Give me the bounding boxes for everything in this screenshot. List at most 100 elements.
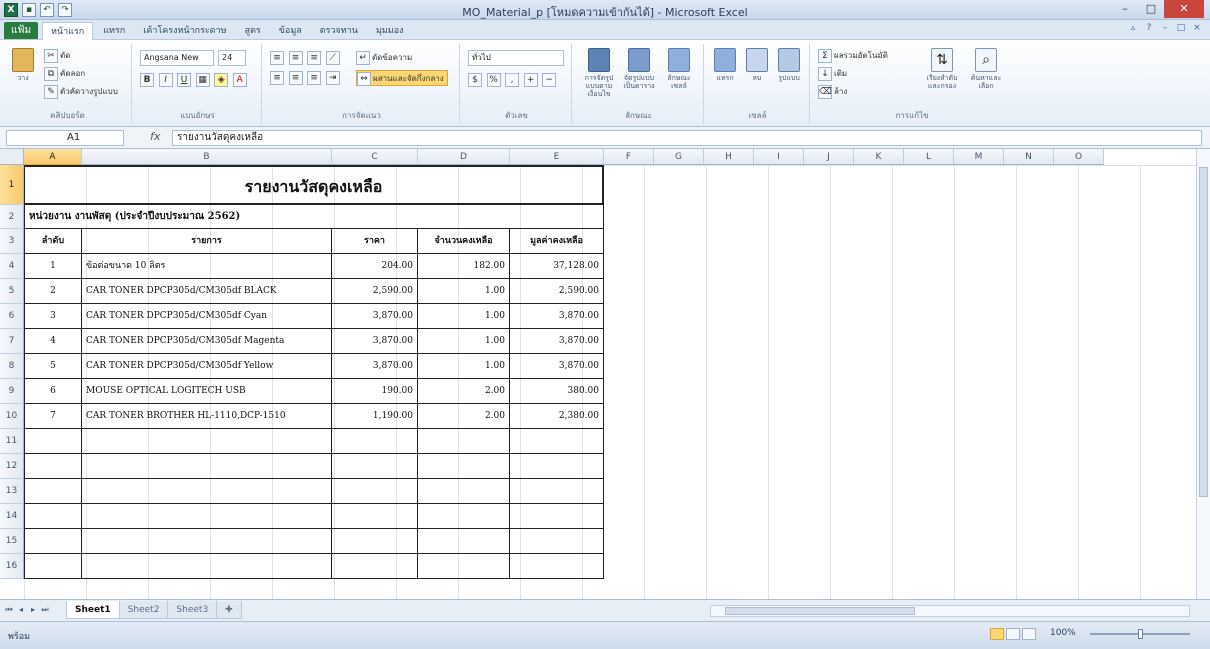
- formula-input[interactable]: รายงานวัสดุคงเหลือ: [172, 130, 1202, 146]
- row-header-1[interactable]: 1: [0, 165, 24, 205]
- tab-formulas[interactable]: สูตร: [237, 22, 269, 40]
- column-header-m[interactable]: M: [954, 149, 1004, 165]
- column-header-o[interactable]: O: [1054, 149, 1104, 165]
- zoom-level[interactable]: 100%: [1050, 628, 1076, 638]
- table-cell[interactable]: CAR TONER DPCP305d/CM305df Yellow: [82, 354, 332, 379]
- sheet-tab-sheet1[interactable]: Sheet1: [66, 601, 120, 619]
- table-cell[interactable]: 3,870.00: [510, 329, 604, 354]
- table-cell[interactable]: 190.00: [332, 379, 418, 404]
- fill-color-icon[interactable]: ◈: [214, 72, 229, 87]
- empty-cell[interactable]: [418, 529, 510, 554]
- column-title-cell[interactable]: รายการ: [82, 229, 332, 254]
- empty-cell[interactable]: [24, 504, 82, 529]
- column-title-cell[interactable]: มูลค่าคงเหลือ: [510, 229, 604, 254]
- table-cell[interactable]: 7: [24, 404, 82, 429]
- empty-cell[interactable]: [24, 529, 82, 554]
- table-cell[interactable]: 5: [24, 354, 82, 379]
- fx-icon[interactable]: fx: [150, 130, 160, 143]
- maximize-icon[interactable]: □: [1138, 0, 1164, 18]
- table-cell[interactable]: 3,870.00: [332, 354, 418, 379]
- zoom-slider[interactable]: [1090, 629, 1190, 639]
- row-header-10[interactable]: 10: [0, 404, 24, 429]
- zoom-slider-knob[interactable]: [1138, 629, 1143, 639]
- find-select-button[interactable]: ⌕ ค้นหาและเลือก: [966, 48, 1006, 90]
- column-header-e[interactable]: E: [510, 149, 604, 165]
- merge-center-button[interactable]: ⇔ ผสานและจัดกึ่งกลาง: [356, 70, 448, 86]
- workbook-close-icon[interactable]: ×: [1192, 23, 1202, 33]
- column-header-h[interactable]: H: [704, 149, 754, 165]
- row-header-13[interactable]: 13: [0, 479, 24, 504]
- bold-icon[interactable]: B: [140, 72, 154, 87]
- font-size-select[interactable]: 24: [218, 50, 246, 66]
- tab-view[interactable]: มุมมอง: [368, 22, 412, 40]
- last-sheet-icon[interactable]: ⏭: [40, 605, 50, 615]
- comma-icon[interactable]: ,: [505, 72, 520, 87]
- format-painter-button[interactable]: ✎ ตัวคัดวางรูปแบบ: [44, 84, 118, 100]
- tab-page-layout[interactable]: เค้าโครงหน้ากระดาษ: [135, 22, 234, 40]
- vertical-scroll-thumb[interactable]: [1199, 167, 1208, 497]
- row-header-2[interactable]: 2: [0, 205, 24, 229]
- row-header-6[interactable]: 6: [0, 304, 24, 329]
- table-cell[interactable]: 4: [24, 329, 82, 354]
- sheet-tab-sheet2[interactable]: Sheet2: [118, 601, 169, 619]
- autosum-button[interactable]: Σ ผลรวมอัตโนมัติ: [818, 48, 888, 64]
- page-break-view-icon[interactable]: [1022, 628, 1036, 640]
- table-cell[interactable]: MOUSE OPTICAL LOGITECH USB: [82, 379, 332, 404]
- empty-cell[interactable]: [418, 479, 510, 504]
- increase-decimal-icon[interactable]: +: [523, 72, 538, 87]
- align-center-icon[interactable]: ≡: [288, 70, 303, 85]
- empty-cell[interactable]: [82, 504, 332, 529]
- redo-icon[interactable]: ↷: [58, 3, 72, 17]
- row-header-7[interactable]: 7: [0, 329, 24, 354]
- empty-cell[interactable]: [418, 504, 510, 529]
- column-header-d[interactable]: D: [418, 149, 510, 165]
- horizontal-scroll-thumb[interactable]: [725, 607, 915, 615]
- empty-cell[interactable]: [82, 429, 332, 454]
- normal-view-icon[interactable]: [990, 628, 1004, 640]
- copy-button[interactable]: ⧉ คัดลอก: [44, 66, 85, 82]
- currency-icon[interactable]: $: [468, 72, 482, 87]
- cell-styles-button[interactable]: ลักษณะเซลล์: [660, 48, 698, 90]
- table-cell[interactable]: 6: [24, 379, 82, 404]
- row-header-16[interactable]: 16: [0, 554, 24, 579]
- column-header-c[interactable]: C: [332, 149, 418, 165]
- orientation-icon[interactable]: ⟋: [325, 50, 340, 65]
- empty-cell[interactable]: [510, 504, 604, 529]
- horizontal-scrollbar[interactable]: [710, 605, 1190, 617]
- indent-icon[interactable]: ⇥: [325, 70, 340, 85]
- row-header-14[interactable]: 14: [0, 504, 24, 529]
- column-header-j[interactable]: J: [804, 149, 854, 165]
- workbook-minimize-icon[interactable]: –: [1160, 23, 1170, 33]
- table-cell[interactable]: 3,870.00: [510, 304, 604, 329]
- table-cell[interactable]: 1.00: [418, 329, 510, 354]
- sort-filter-button[interactable]: ⇅ เรียงลำดับและกรอง: [922, 48, 962, 90]
- empty-cell[interactable]: [332, 429, 418, 454]
- table-cell[interactable]: 1.00: [418, 279, 510, 304]
- clear-button[interactable]: ⌫ ล้าง: [818, 84, 847, 100]
- column-title-cell[interactable]: ราคา: [332, 229, 418, 254]
- empty-cell[interactable]: [418, 429, 510, 454]
- table-cell[interactable]: 3,870.00: [510, 354, 604, 379]
- row-header-9[interactable]: 9: [0, 379, 24, 404]
- vertical-scrollbar[interactable]: [1196, 149, 1210, 599]
- column-header-g[interactable]: G: [654, 149, 704, 165]
- font-name-select[interactable]: Angsana New: [140, 50, 214, 66]
- first-sheet-icon[interactable]: ⏮: [4, 605, 14, 615]
- empty-cell[interactable]: [332, 479, 418, 504]
- name-box[interactable]: A1: [6, 130, 124, 146]
- help-icon[interactable]: ?: [1144, 23, 1154, 33]
- table-cell[interactable]: CAR TONER BROTHER HL-1110,DCP-1510: [82, 404, 332, 429]
- table-cell[interactable]: 3,870.00: [332, 329, 418, 354]
- italic-icon[interactable]: I: [158, 72, 173, 87]
- font-color-icon[interactable]: A: [232, 72, 247, 87]
- row-header-11[interactable]: 11: [0, 429, 24, 454]
- report-subtitle-cell[interactable]: หน่วยงาน งานพัสดุ (ประจำปีงบประมาณ 2562): [24, 205, 604, 229]
- conditional-formatting-button[interactable]: การจัดรูปแบบตามเงื่อนไข: [580, 48, 618, 98]
- file-tab[interactable]: แฟ้ม: [4, 22, 38, 39]
- column-header-k[interactable]: K: [854, 149, 904, 165]
- align-left-icon[interactable]: ≡: [270, 70, 284, 85]
- align-right-icon[interactable]: ≡: [307, 70, 322, 85]
- empty-cell[interactable]: [510, 529, 604, 554]
- column-header-b[interactable]: B: [82, 149, 332, 165]
- empty-cell[interactable]: [510, 429, 604, 454]
